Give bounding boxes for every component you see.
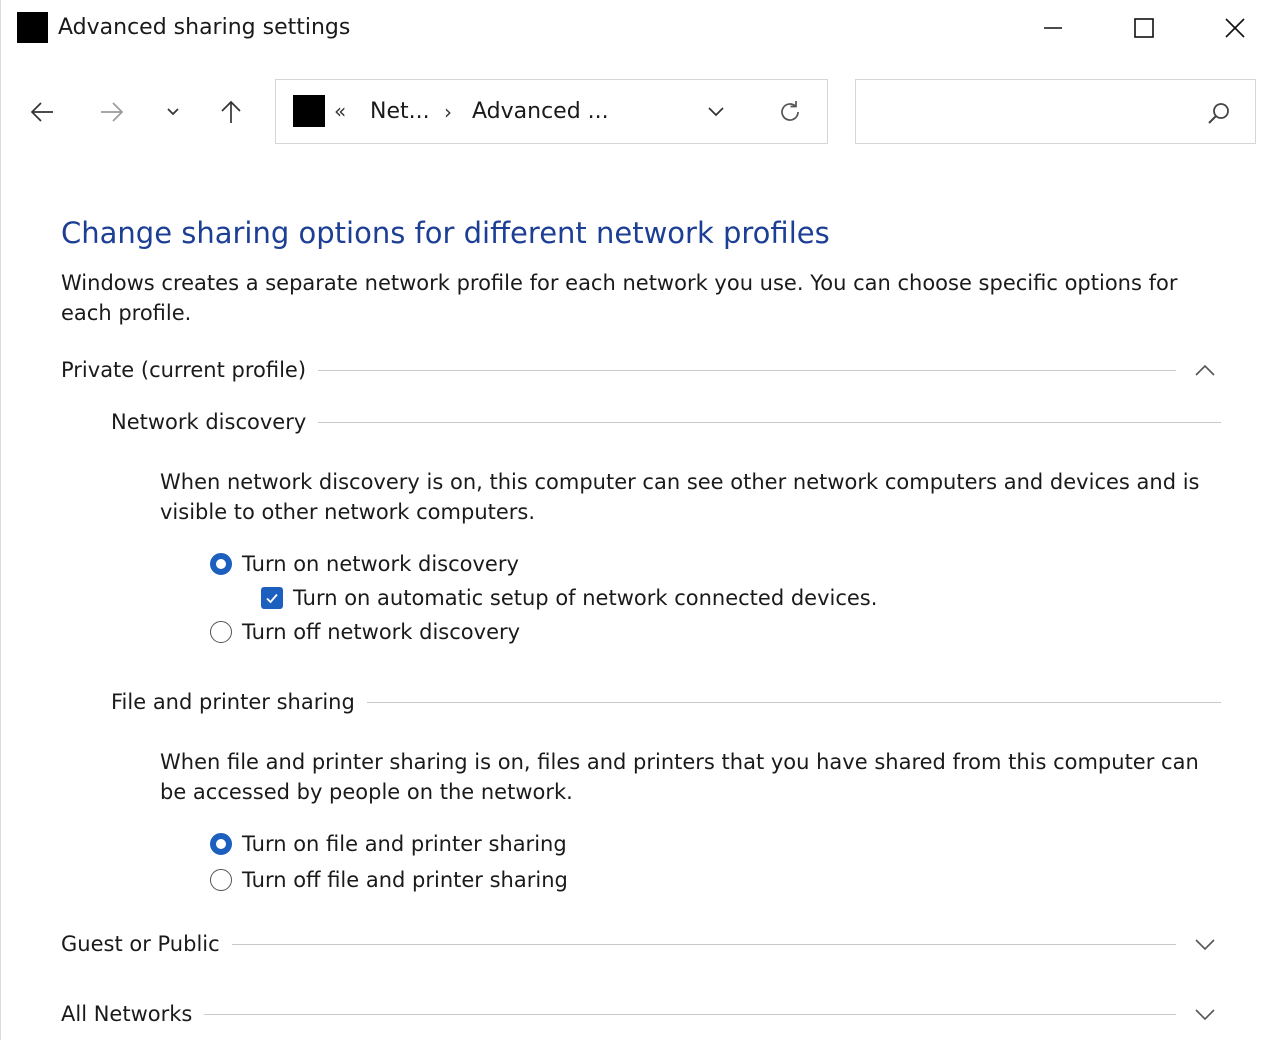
minimize-icon bbox=[1044, 27, 1062, 29]
option-label: Turn on automatic setup of network conne… bbox=[293, 586, 878, 610]
file-printer-sharing-header: File and printer sharing bbox=[111, 687, 1221, 717]
page-title: Change sharing options for different net… bbox=[61, 216, 830, 250]
intro-text: Windows creates a separate network profi… bbox=[61, 271, 1178, 325]
checkbox-checked[interactable] bbox=[261, 587, 283, 609]
chevron-down-icon bbox=[708, 107, 724, 117]
search-icon bbox=[1208, 103, 1229, 124]
network-discovery-heading: Network discovery bbox=[111, 410, 307, 434]
profile-all-networks-label: All Networks bbox=[61, 1002, 193, 1026]
radio-selected[interactable] bbox=[210, 833, 232, 855]
breadcrumb-separator[interactable]: › bbox=[444, 98, 452, 126]
section-divider bbox=[318, 369, 1176, 371]
maximize-button[interactable] bbox=[1099, 0, 1189, 56]
arrow-right-icon bbox=[101, 102, 124, 122]
search-input[interactable] bbox=[866, 90, 1190, 134]
refresh-button[interactable] bbox=[772, 94, 808, 130]
breadcrumb-network[interactable]: Net... bbox=[370, 98, 430, 126]
profile-private-header[interactable]: Private (current profile) bbox=[61, 355, 1216, 385]
back-button[interactable] bbox=[22, 92, 62, 132]
network-discovery-description: When network discovery is on, this compu… bbox=[160, 470, 1200, 524]
option-label: Turn on network discovery bbox=[242, 552, 519, 576]
window-title: Advanced sharing settings bbox=[58, 15, 351, 40]
chevron-down-icon bbox=[167, 108, 179, 116]
recent-locations-button[interactable] bbox=[156, 92, 190, 132]
auto-setup-option[interactable]: Turn on automatic setup of network conne… bbox=[261, 583, 877, 613]
network-discovery-header: Network discovery bbox=[111, 407, 1221, 437]
up-button[interactable] bbox=[211, 92, 251, 132]
collapse-private-button[interactable] bbox=[1176, 355, 1216, 385]
close-button[interactable] bbox=[1190, 0, 1280, 56]
section-divider bbox=[231, 943, 1176, 945]
search-button[interactable] bbox=[1203, 98, 1235, 130]
address-dropdown-button[interactable] bbox=[698, 94, 734, 130]
breadcrumb-advanced[interactable]: Advanced ... bbox=[472, 98, 609, 126]
chevron-down-icon bbox=[1195, 939, 1215, 951]
search-box[interactable] bbox=[855, 79, 1256, 144]
minimize-button[interactable] bbox=[1008, 0, 1098, 56]
maximize-icon bbox=[1134, 18, 1154, 38]
profile-private-label: Private (current profile) bbox=[61, 358, 307, 382]
chevron-down-icon bbox=[1195, 1009, 1215, 1021]
refresh-icon bbox=[781, 101, 799, 121]
option-label: Turn off file and printer sharing bbox=[242, 868, 568, 892]
file-printer-sharing-off-option[interactable]: Turn off file and printer sharing bbox=[210, 865, 568, 895]
section-divider bbox=[318, 421, 1221, 423]
radio-selected[interactable] bbox=[210, 553, 232, 575]
profile-all-networks-header[interactable]: All Networks bbox=[61, 999, 1216, 1029]
network-discovery-off-option[interactable]: Turn off network discovery bbox=[210, 617, 520, 647]
file-printer-sharing-on-option[interactable]: Turn on file and printer sharing bbox=[210, 829, 567, 859]
close-icon bbox=[1225, 18, 1245, 38]
arrow-left-icon bbox=[30, 102, 53, 122]
expand-all-networks-button[interactable] bbox=[1176, 999, 1216, 1029]
location-icon bbox=[293, 95, 325, 127]
address-bar[interactable]: « Net... › Advanced ... bbox=[275, 79, 828, 144]
file-printer-sharing-description: When file and printer sharing is on, fil… bbox=[160, 750, 1199, 804]
file-printer-sharing-heading: File and printer sharing bbox=[111, 690, 355, 714]
arrow-up-icon bbox=[221, 100, 241, 123]
network-discovery-on-option[interactable]: Turn on network discovery bbox=[210, 549, 519, 579]
chevron-up-icon bbox=[1195, 364, 1215, 376]
radio-unselected[interactable] bbox=[210, 869, 232, 891]
checkmark-icon bbox=[266, 593, 278, 604]
section-divider bbox=[204, 1013, 1176, 1015]
option-label: Turn off network discovery bbox=[242, 620, 521, 644]
forward-button[interactable] bbox=[92, 92, 132, 132]
breadcrumb-overflow[interactable]: « bbox=[334, 99, 346, 123]
expand-guest-button[interactable] bbox=[1176, 929, 1216, 959]
profile-guest-label: Guest or Public bbox=[61, 932, 220, 956]
radio-unselected[interactable] bbox=[210, 621, 232, 643]
app-icon bbox=[17, 12, 48, 43]
window-left-border bbox=[0, 0, 1, 1040]
option-label: Turn on file and printer sharing bbox=[242, 832, 567, 856]
profile-guest-header[interactable]: Guest or Public bbox=[61, 929, 1216, 959]
section-divider bbox=[366, 701, 1221, 703]
